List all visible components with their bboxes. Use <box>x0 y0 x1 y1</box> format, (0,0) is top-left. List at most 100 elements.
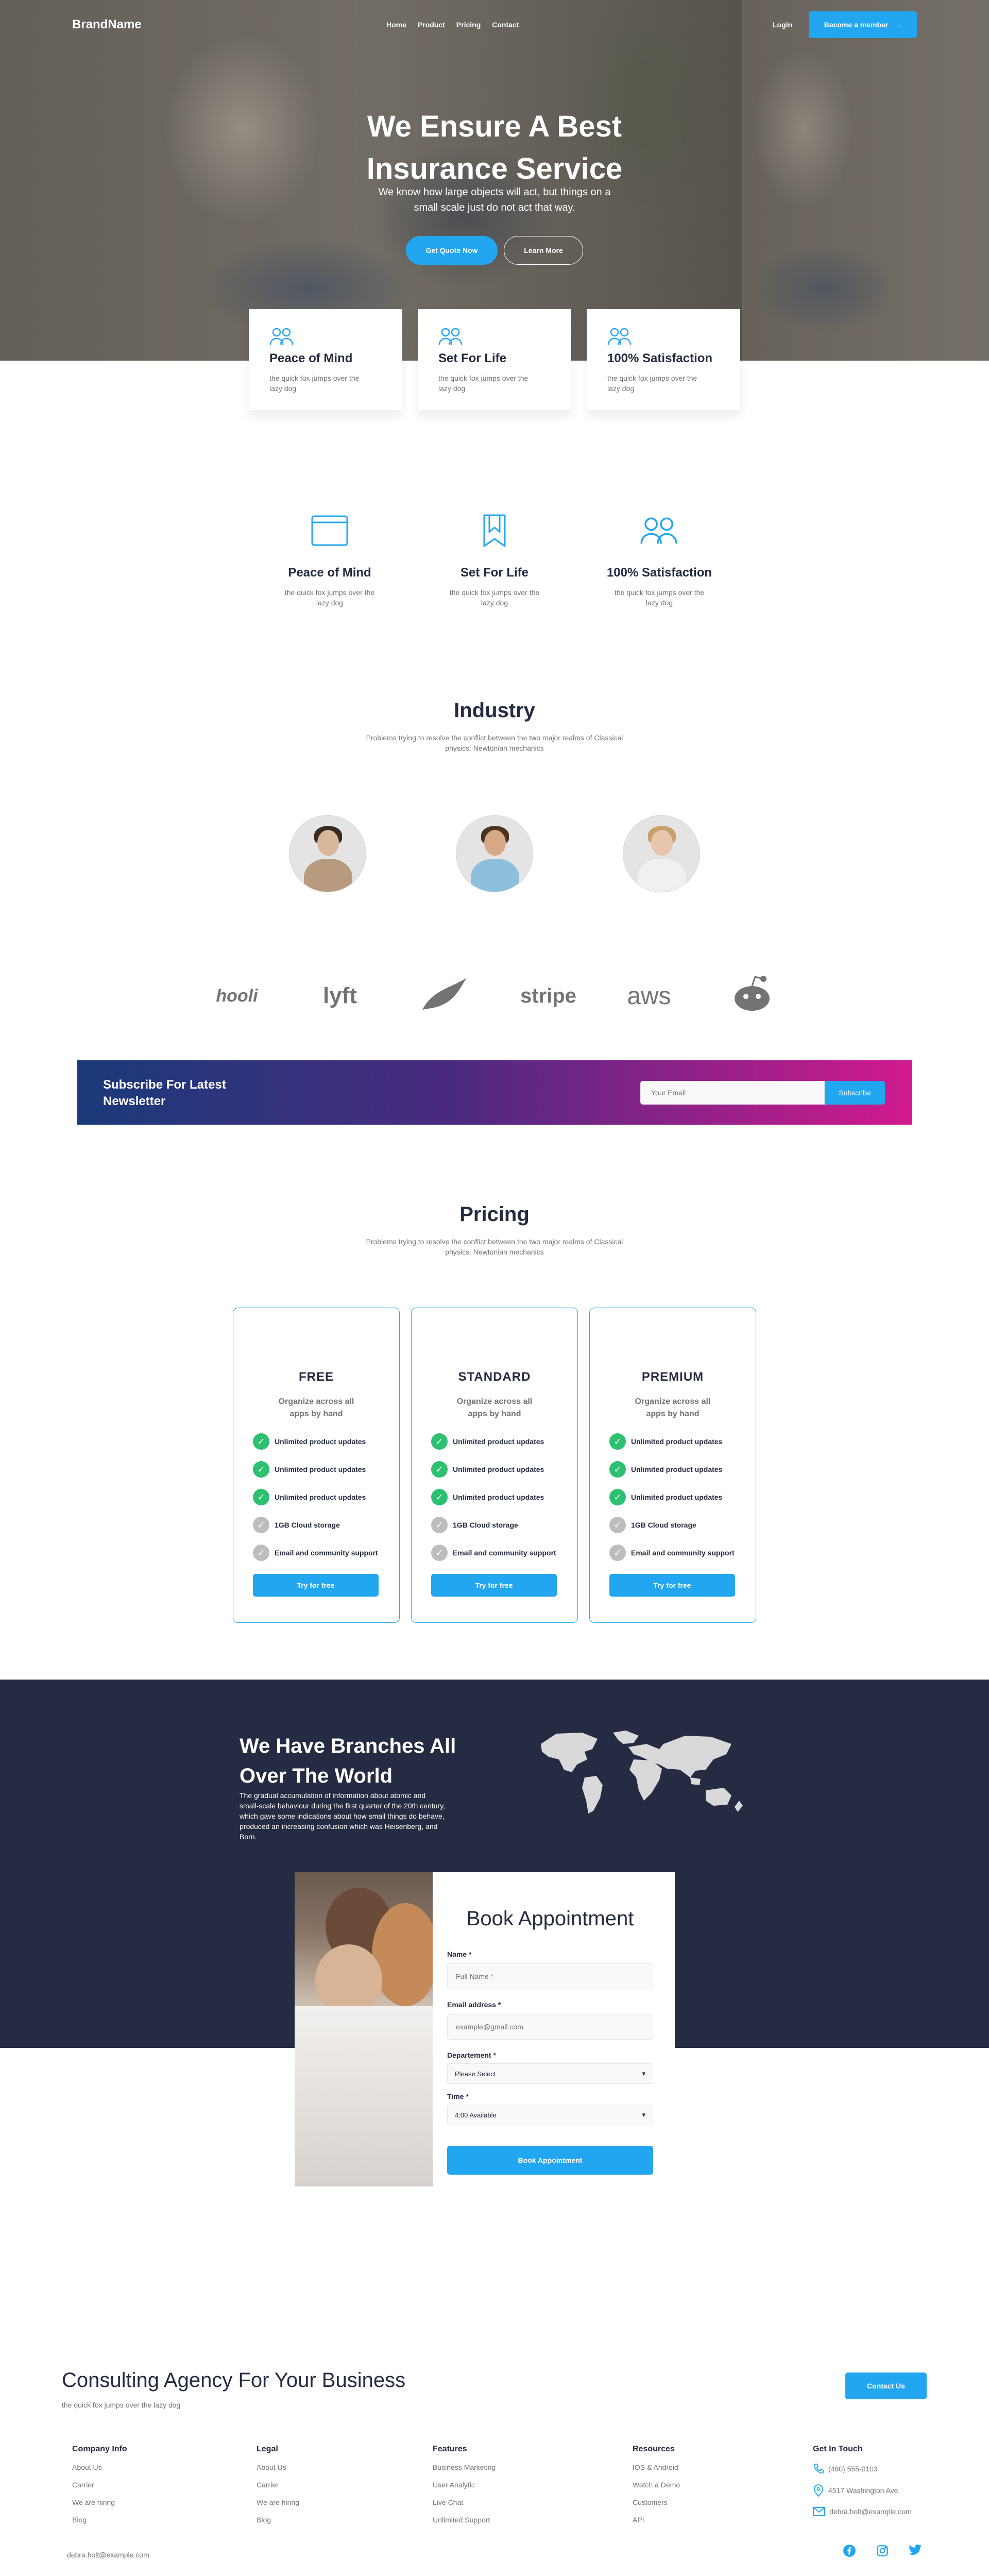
pricing-card-free: FREE Organize across all apps by hand ✓ U… <box>233 1308 400 1623</box>
plan-feature: ✓ Unlimited product updates <box>253 1483 380 1511</box>
footer-link[interactable]: Carrier <box>72 2481 127 2489</box>
feature-item: Set For Life the quick fox jumps over th… <box>425 510 564 608</box>
subscribe-button[interactable]: Subscribe <box>825 1081 885 1105</box>
users-icon <box>438 328 463 345</box>
footer-link[interactable]: User Analytic <box>433 2481 496 2489</box>
menu-pricing[interactable]: Pricing <box>456 21 481 29</box>
try-free-button[interactable]: Try for free <box>253 1574 379 1597</box>
get-quote-button[interactable]: Get Quote Now <box>406 236 498 265</box>
industry-subtitle: Problems trying to resolve the conflict … <box>366 734 623 752</box>
footer-link[interactable]: Blog <box>257 2516 299 2524</box>
feature-text: the quick fox jumps over the lazy dog <box>614 588 705 607</box>
social-links <box>843 2544 922 2557</box>
pricing-title: Pricing <box>459 1203 530 1226</box>
features-section: Peace of Mind the quick fox jumps over t… <box>0 510 989 608</box>
hooli-logo: hooli <box>216 986 258 1006</box>
feature-text: the quick fox jumps over the lazy dog <box>284 588 375 607</box>
footer-link[interactable]: Customers <box>633 2498 680 2506</box>
team-avatars <box>0 815 989 892</box>
footer-col-touch: Get In Touch (480) 555-0103 4517 Washing… <box>813 2445 912 2517</box>
hero-subtitle: We know how large objects will act, but … <box>378 187 611 213</box>
footer-link[interactable]: IOS & Android <box>633 2463 680 2471</box>
footer-link[interactable]: Blog <box>72 2516 127 2524</box>
plan-feature: ✓ Unlimited product updates <box>253 1428 380 1455</box>
plan-feature: ✓ Unlimited product updates <box>609 1428 736 1455</box>
consulting-title: Consulting Agency For Your Business <box>62 2369 406 2392</box>
facebook-icon[interactable] <box>843 2544 856 2557</box>
family-photo <box>295 1872 433 2187</box>
footer-link[interactable]: Unlimited Support <box>433 2516 496 2524</box>
chevron-down-icon: ▾ <box>642 2070 645 2077</box>
email-row[interactable]: debra.holt@example.com <box>813 2506 912 2517</box>
check-icon: ✓ <box>609 1461 626 1478</box>
main-menu: Home Product Pricing Contact <box>386 21 519 29</box>
consulting-subtitle: the quick fox jumps over the lazy dog <box>62 2401 181 2409</box>
try-free-button[interactable]: Try for free <box>609 1574 735 1597</box>
world-map <box>541 1731 743 1814</box>
phone-row[interactable]: (480) 555-0103 <box>813 2463 912 2475</box>
pricing-card-premium: PREMIUM Organize across all apps by hand… <box>589 1308 756 1623</box>
check-icon: ✓ <box>431 1489 448 1505</box>
phone-icon <box>813 2463 824 2474</box>
become-member-button[interactable]: Become a member → <box>809 11 917 38</box>
name-input[interactable]: Full Name * <box>447 1963 653 1989</box>
contact-us-button[interactable]: Contact Us <box>845 2372 927 2399</box>
menu-home[interactable]: Home <box>386 21 406 29</box>
footer-link[interactable]: About Us <box>72 2463 127 2471</box>
check-icon: ✓ <box>431 1517 448 1533</box>
menu-contact[interactable]: Contact <box>492 21 519 29</box>
menu-product[interactable]: Product <box>418 21 445 29</box>
twitter-icon[interactable] <box>909 2544 922 2556</box>
client-logos: hooli lyft stripe aws <box>0 974 989 1018</box>
pricing-plans: FREE Organize across all apps by hand ✓ U… <box>0 1308 989 1623</box>
plan-name: STANDARD <box>458 1370 531 1384</box>
plan-feature: ✓ Unlimited product updates <box>609 1483 736 1511</box>
plan-feature: ✓ Email and community support <box>253 1539 380 1567</box>
book-appointment-button[interactable]: Book Appointment <box>447 2146 653 2175</box>
time-select[interactable]: 4:00 Available ▾ <box>447 2105 653 2125</box>
footer-link[interactable]: Live Chat <box>433 2498 496 2506</box>
browser-icon <box>311 515 348 546</box>
feature-title: Set For Life <box>460 566 528 580</box>
check-icon: ✓ <box>609 1489 626 1505</box>
login-link[interactable]: Login <box>773 21 792 29</box>
footer-link[interactable]: We are hiring <box>257 2498 299 2506</box>
hero-section: BrandName Home Product Pricing Contact L… <box>0 0 989 361</box>
leaf-logo <box>417 975 469 1017</box>
footer-link[interactable]: Watch a Demo <box>633 2481 680 2489</box>
newsletter-email-input[interactable]: Your Email <box>640 1081 825 1105</box>
footer-link[interactable]: Business Marketing <box>433 2463 496 2471</box>
plan-feature: ✓ Unlimited product updates <box>431 1455 558 1483</box>
department-select[interactable]: Please Select ▾ <box>447 2063 653 2084</box>
footer-link[interactable]: We are hiring <box>72 2498 127 2506</box>
footer-link[interactable]: API <box>633 2516 680 2524</box>
learn-more-button[interactable]: Learn More <box>504 236 583 265</box>
email-input[interactable]: example@gmail.com <box>447 2014 653 2040</box>
branches-title: We Have Branches All Over The World <box>240 1735 456 1787</box>
plan-feature: ✓ Unlimited product updates <box>431 1428 558 1455</box>
copyright-text: debra.holt@example.com <box>67 2551 149 2559</box>
plan-feature: ✓ 1GB Cloud storage <box>431 1511 558 1539</box>
department-label: Departement * <box>447 2051 496 2059</box>
try-free-button[interactable]: Try for free <box>431 1574 557 1597</box>
appointment-form: Book Appointment Name * Full Name * Emai… <box>447 1872 653 2175</box>
brand-logo[interactable]: BrandName <box>72 18 142 32</box>
hero-card-text: the quick fox jumps over the lazy dog <box>438 374 528 393</box>
check-icon: ✓ <box>253 1433 269 1450</box>
footer-col-company: Company Info About Us Carrier We are hir… <box>72 2445 127 2524</box>
users-icon <box>640 517 677 544</box>
plan-feature: ✓ 1GB Cloud storage <box>609 1511 736 1539</box>
hero-title: We Ensure A Best Insurance Service <box>0 106 989 190</box>
footer-link[interactable]: About Us <box>257 2463 299 2471</box>
newsletter-banner: Subscribe For Latest Newsletter Your Ema… <box>77 1060 912 1125</box>
appointment-title: Book Appointment <box>466 1907 634 1930</box>
pricing-card-standard: STANDARD Organize across all apps by han… <box>411 1308 578 1623</box>
check-icon: ✓ <box>253 1545 269 1561</box>
plan-desc: Organize across all apps by hand <box>278 1397 354 1418</box>
feature-title: Peace of Mind <box>288 566 371 580</box>
email-label: Email address * <box>447 2001 501 2009</box>
address-row[interactable]: 4517 Washington Ave. <box>813 2484 912 2497</box>
instagram-icon[interactable] <box>876 2544 889 2557</box>
footer-link[interactable]: Carrier <box>257 2481 299 2489</box>
feature-title: 100% Satisfaction <box>606 566 712 580</box>
